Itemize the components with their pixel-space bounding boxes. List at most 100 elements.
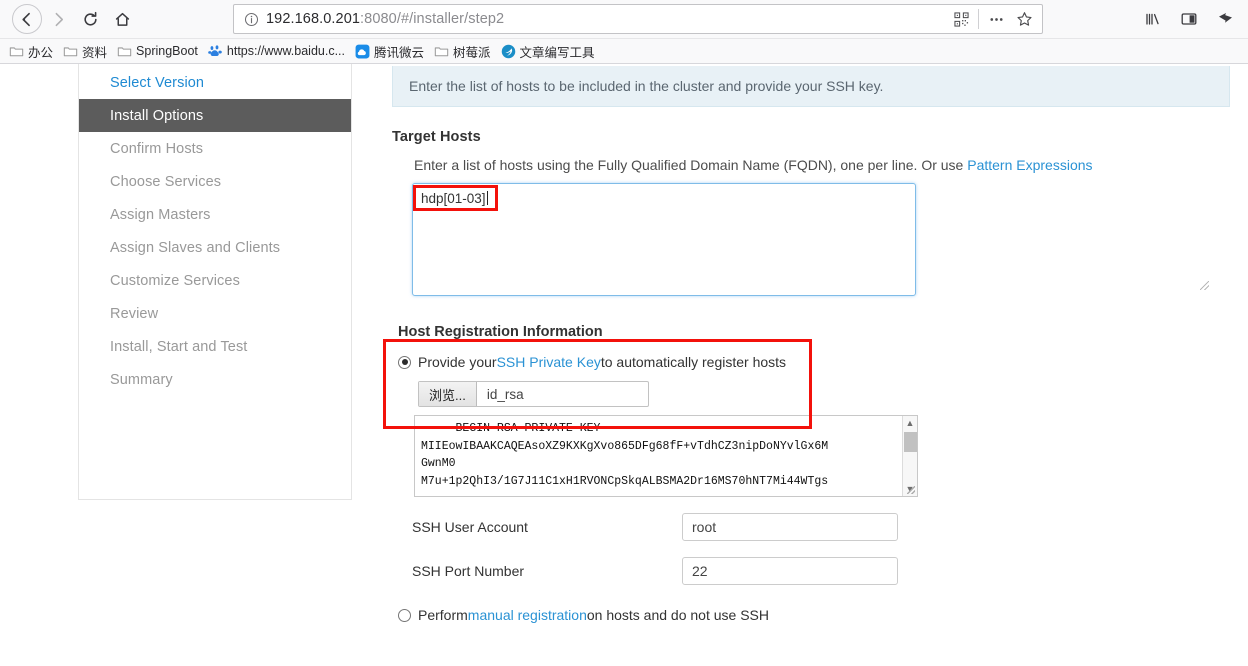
sidebar-item-select-version[interactable]: Select Version [79, 66, 351, 99]
ssh-option-text-before: Provide your [418, 354, 497, 370]
address-bar[interactable]: 192.168.0.201:8080/#/installer/step2 [233, 4, 1043, 34]
sidebar-item-assign-slaves-and-clients: Assign Slaves and Clients [79, 231, 351, 264]
folder-icon [63, 44, 78, 59]
bookmarks-bar: 办公 资料 SpringBoot https://www.baidu.c... … [0, 38, 1248, 63]
target-hosts-value-text: hdp[01-03] [421, 191, 486, 206]
manual-registration-link[interactable]: manual registration [468, 607, 587, 623]
browser-forward-icon [42, 3, 74, 35]
sidebar-item-install-options[interactable]: Install Options [79, 99, 351, 132]
info-circle-icon[interactable] [242, 10, 260, 28]
bookmark-label: 树莓派 [453, 45, 491, 60]
ssh-port-number-label: SSH Port Number [412, 563, 525, 579]
ssh-user-account-input[interactable] [682, 513, 898, 541]
target-hosts-description: Enter a list of hosts using the Fully Qu… [392, 157, 1232, 173]
ssh-user-account-label: SSH User Account [412, 519, 528, 535]
browser-reload-icon[interactable] [74, 3, 106, 35]
ssh-key-file-input[interactable]: 浏览... id_rsa [418, 381, 649, 407]
sidebar-item-label: Assign Slaves and Clients [110, 239, 281, 256]
url-path: :8080/#/installer/step2 [360, 11, 505, 27]
zhihu-icon [501, 44, 516, 59]
sidebar-item-label: Install Options [110, 107, 204, 124]
ssh-key-scrollbar[interactable]: ▲ ▼ [902, 416, 917, 496]
target-hosts-resize-grip[interactable] [1200, 281, 1209, 290]
browser-chrome: 192.168.0.201:8080/#/installer/step2 办公 … [0, 0, 1248, 64]
bookmark-label: 办公 [28, 45, 54, 60]
ssh-key-resize-grip[interactable] [907, 486, 915, 494]
target-hosts-input-wrap: hdp[01-03] [392, 183, 1232, 296]
sidebar-item-choose-services: Choose Services [79, 165, 351, 198]
target-hosts-value: hdp[01-03] [421, 191, 488, 207]
ssh-key-radio-row[interactable]: Provide your SSH Private Key to automati… [392, 354, 1232, 370]
radio-manual-registration[interactable] [398, 608, 411, 622]
bookmark-label: SpringBoot [136, 44, 198, 58]
radio-ssh-private-key[interactable] [398, 355, 411, 369]
sidebar-item-summary: Summary [79, 363, 351, 396]
urlbar-container: 192.168.0.201:8080/#/installer/step2 [138, 4, 1138, 34]
bookmark-item[interactable]: 办公 [4, 40, 58, 62]
star-icon[interactable] [1010, 5, 1038, 33]
scroll-up-icon[interactable]: ▲ [903, 416, 917, 430]
url-host: 192.168.0.201 [266, 11, 361, 27]
sidebar-icon[interactable] [1174, 4, 1204, 34]
bookmark-item[interactable]: SpringBoot [112, 40, 203, 62]
browser-nav-bar: 192.168.0.201:8080/#/installer/step2 [0, 0, 1248, 38]
sidebar-item-label: Choose Services [110, 173, 222, 190]
text-caret [486, 191, 488, 205]
sidebar-item-assign-masters: Assign Masters [79, 198, 351, 231]
browser-back-icon[interactable] [12, 4, 42, 34]
target-hosts-textarea[interactable] [412, 183, 916, 296]
target-hosts-description-text: Enter a list of hosts using the Fully Qu… [414, 157, 968, 173]
bookmark-item[interactable]: 资料 [58, 40, 112, 62]
bookmark-item[interactable]: 文章编写工具 [496, 40, 600, 62]
folder-icon [117, 44, 132, 59]
bookmark-item[interactable]: https://www.baidu.c... [203, 40, 350, 62]
manual-registration-radio-row[interactable]: Perform manual registration on hosts and… [392, 607, 1232, 623]
sidebar-item-label: Confirm Hosts [110, 140, 204, 157]
sidebar-item-label: Summary [110, 371, 173, 388]
info-banner: Enter the list of hosts to be included i… [392, 66, 1230, 107]
ssh-port-number-row: SSH Port Number [392, 557, 1232, 585]
sidebar-item-customize-services: Customize Services [79, 264, 351, 297]
ssh-user-account-row: SSH User Account [392, 513, 1232, 541]
manual-option-text-before: Perform [418, 607, 468, 623]
ssh-option-text-after: to automatically register hosts [600, 354, 787, 370]
ssh-private-key-textarea[interactable]: -----BEGIN RSA PRIVATE KEY----- MIIEowIB… [414, 415, 918, 497]
qr-code-icon[interactable] [947, 5, 975, 33]
sidebar-item-review: Review [79, 297, 351, 330]
wizard-sidebar: Select Version Install Options Confirm H… [78, 64, 352, 500]
browser-home-icon[interactable] [106, 3, 138, 35]
url-text[interactable]: 192.168.0.201:8080/#/installer/step2 [266, 11, 947, 27]
scrollbar-thumb[interactable] [903, 432, 917, 452]
bookmark-label: 文章编写工具 [519, 45, 595, 60]
bookmark-label: 腾讯微云 [374, 45, 425, 60]
folder-icon [434, 44, 449, 59]
ssh-private-key-link[interactable]: SSH Private Key [497, 354, 601, 370]
manual-option-text-after: on hosts and do not use SSH [586, 607, 769, 623]
target-hosts-title: Target Hosts [392, 129, 481, 145]
sidebar-item-confirm-hosts: Confirm Hosts [79, 132, 351, 165]
host-registration-section: Host Registration Information Provide yo… [383, 324, 1232, 497]
bookmark-item[interactable]: 树莓派 [429, 40, 496, 62]
host-registration-title: Host Registration Information [398, 324, 603, 340]
library-icon[interactable] [1138, 4, 1168, 34]
ssh-port-number-input[interactable] [682, 557, 898, 585]
sidebar-item-label: Review [110, 305, 159, 322]
sidebar-item-label: Customize Services [110, 272, 240, 289]
bookmark-item[interactable]: 腾讯微云 [350, 40, 429, 62]
sidebar-item-label: Install, Start and Test [110, 338, 248, 355]
pocket-icon[interactable] [1210, 4, 1240, 34]
ellipsis-icon[interactable] [982, 5, 1010, 33]
bookmark-label: 资料 [82, 45, 108, 60]
ssh-private-key-content: -----BEGIN RSA PRIVATE KEY----- MIIEowIB… [421, 422, 829, 488]
browse-button[interactable]: 浏览... [419, 382, 477, 406]
sidebar-item-label: Assign Masters [110, 206, 211, 223]
selected-file-name: id_rsa [486, 386, 524, 402]
baidu-icon [208, 44, 223, 59]
page-content: Select Version Install Options Confirm H… [0, 64, 1248, 666]
main-panel: Enter the list of hosts to be included i… [383, 64, 1232, 623]
sidebar-item-install-start-and-test: Install, Start and Test [79, 330, 351, 363]
bookmark-label: https://www.baidu.c... [226, 44, 345, 58]
browser-toolbar-right [1138, 4, 1242, 34]
weiyun-icon [355, 44, 370, 59]
pattern-expressions-link[interactable]: Pattern Expressions [967, 157, 1092, 173]
